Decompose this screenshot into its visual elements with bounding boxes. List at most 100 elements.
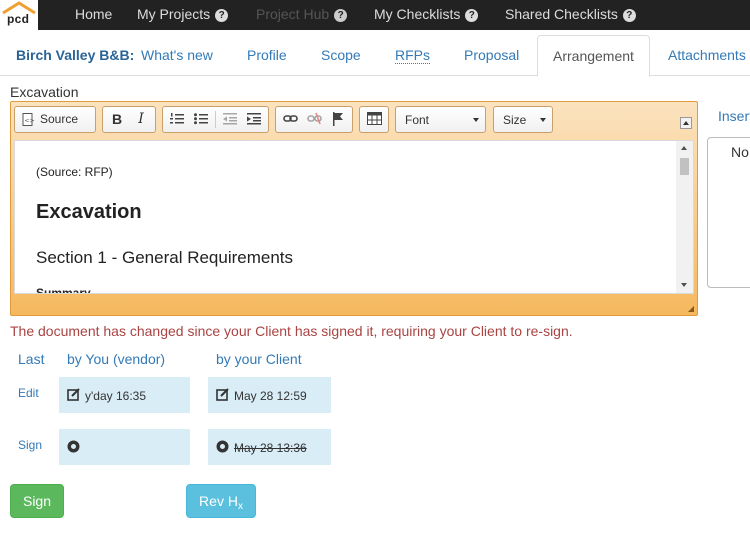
project-tabs: Birch Valley B&B: What's new Profile Sco… xyxy=(0,30,750,77)
flag-icon xyxy=(333,112,343,126)
nav-home[interactable]: Home xyxy=(75,6,112,22)
scroll-thumb[interactable] xyxy=(680,158,689,175)
client-edit-time: May 28 12:59 xyxy=(234,389,307,403)
sig-header-client: by your Client xyxy=(216,351,302,367)
row-label-sign: Sign xyxy=(18,438,43,452)
revision-history-button[interactable]: Rev Hx xyxy=(186,484,256,518)
edit-icon xyxy=(67,388,80,401)
nav-home-label: Home xyxy=(75,6,113,22)
toolbar-group-lists xyxy=(162,106,269,133)
editor-toolbar: <> Source B I Font Size xyxy=(11,102,697,139)
tab-profile[interactable]: Profile xyxy=(247,47,287,63)
font-select[interactable]: Font xyxy=(395,106,486,133)
tab-attachments[interactable]: Attachments xyxy=(668,47,746,63)
resize-handle-icon[interactable]: ◢ xyxy=(688,304,694,313)
size-select[interactable]: Size xyxy=(493,106,553,133)
content-heading-1: Excavation xyxy=(36,201,142,223)
project-name-link[interactable]: Birch Valley B&B: xyxy=(16,47,134,63)
collapse-toolbar-button[interactable] xyxy=(680,117,692,129)
vendor-sign-cell xyxy=(59,429,190,465)
indent-icon xyxy=(247,113,261,125)
bulleted-list-icon xyxy=(194,113,208,125)
vendor-edit-time: y'day 16:35 xyxy=(85,389,147,403)
client-edit-cell: May 28 12:59 xyxy=(208,377,331,413)
content-subheading: Summary xyxy=(36,286,91,294)
client-sign-cell: May 28 13:36 xyxy=(208,429,331,465)
content-heading-2: Section 1 - General Requirements xyxy=(36,248,294,267)
insert-list-box[interactable]: No xyxy=(707,137,750,288)
insert-label[interactable]: Insert xyxy=(718,108,750,124)
source-icon: <> xyxy=(22,113,34,126)
sig-header-last: Last xyxy=(18,351,45,367)
toolbar-group-table xyxy=(359,106,389,133)
editor-content-area[interactable]: (Source: RFP) Excavation Section 1 - Gen… xyxy=(14,140,694,294)
source-button[interactable]: <> Source xyxy=(19,109,91,130)
tab-proposal[interactable]: Proposal xyxy=(464,47,519,63)
indent-button[interactable] xyxy=(243,109,265,130)
help-icon[interactable]: ? xyxy=(215,9,229,22)
nav-shared-checklists-label: Shared Checklists xyxy=(505,6,618,22)
table-button[interactable] xyxy=(363,109,385,130)
logo-text: pcd xyxy=(7,12,30,26)
outdent-icon xyxy=(223,113,237,125)
logo[interactable]: pcd xyxy=(0,0,38,30)
source-note: (Source: RFP) xyxy=(36,165,113,179)
revision-history-label: Rev H xyxy=(199,493,238,509)
chevron-down-icon xyxy=(473,118,479,122)
edit-icon xyxy=(216,388,229,401)
link-button[interactable] xyxy=(279,109,301,130)
editor-field-label: Excavation xyxy=(10,84,79,100)
sign-button[interactable]: Sign xyxy=(10,484,64,518)
unlink-button[interactable] xyxy=(303,109,325,130)
top-navbar: pcd Home My Projects? Project Hub? My Ch… xyxy=(0,0,750,30)
scroll-down-icon[interactable] xyxy=(681,283,687,287)
tab-scope[interactable]: Scope xyxy=(321,47,361,63)
svg-text:<>: <> xyxy=(25,118,35,125)
size-select-label: Size xyxy=(503,113,527,127)
link-icon xyxy=(282,115,298,122)
help-icon[interactable]: ? xyxy=(465,9,479,22)
help-icon[interactable]: ? xyxy=(334,9,348,22)
italic-button[interactable]: I xyxy=(130,109,152,130)
nav-project-hub-label: Project Hub xyxy=(256,6,330,22)
tab-rfps[interactable]: RFPs xyxy=(395,47,430,64)
scroll-up-icon[interactable] xyxy=(681,146,687,150)
bulleted-list-button[interactable] xyxy=(190,109,212,130)
anchor-button[interactable] xyxy=(327,109,349,130)
certificate-icon xyxy=(67,440,80,453)
toolbar-group-links xyxy=(275,106,353,133)
toolbar-group-source: <> Source xyxy=(14,106,96,133)
help-icon[interactable]: ? xyxy=(622,9,636,22)
nav-my-checklists[interactable]: My Checklists? xyxy=(374,6,479,22)
resign-warning: The document has changed since your Clie… xyxy=(10,323,573,339)
nav-project-hub: Project Hub? xyxy=(256,6,348,22)
nav-shared-checklists[interactable]: Shared Checklists? xyxy=(505,6,636,22)
source-label: Source xyxy=(40,112,79,126)
rich-text-editor: <> Source B I Font Size (Source: RFP) Ex… xyxy=(10,101,698,316)
row-label-edit: Edit xyxy=(18,386,39,400)
project-name: Birch Valley B&B xyxy=(16,47,130,63)
bold-button[interactable]: B xyxy=(106,109,128,130)
tab-whats-new[interactable]: What's new xyxy=(141,47,213,63)
unlink-icon xyxy=(306,112,322,125)
nav-my-checklists-label: My Checklists xyxy=(374,6,461,22)
nav-my-projects[interactable]: My Projects? xyxy=(137,6,229,22)
project-name-separator: : xyxy=(129,47,135,63)
numbered-list-button[interactable] xyxy=(166,109,188,130)
chevron-down-icon xyxy=(540,118,546,122)
tab-arrangement[interactable]: Arrangement xyxy=(537,35,650,77)
revision-history-subscript: x xyxy=(237,501,243,512)
table-icon xyxy=(366,112,382,125)
vendor-edit-cell: y'day 16:35 xyxy=(59,377,190,413)
insert-list-text: No xyxy=(731,144,749,160)
numbered-list-icon xyxy=(170,113,184,124)
certificate-icon xyxy=(216,440,229,453)
font-select-label: Font xyxy=(405,113,430,127)
toolbar-separator xyxy=(215,111,216,128)
sig-header-vendor: by You (vendor) xyxy=(67,351,166,367)
outdent-button[interactable] xyxy=(219,109,241,130)
toolbar-group-basic: B I xyxy=(102,106,156,133)
client-sign-time: May 28 13:36 xyxy=(234,441,307,455)
nav-my-projects-label: My Projects xyxy=(137,6,211,22)
editor-scrollbar[interactable] xyxy=(676,141,693,293)
